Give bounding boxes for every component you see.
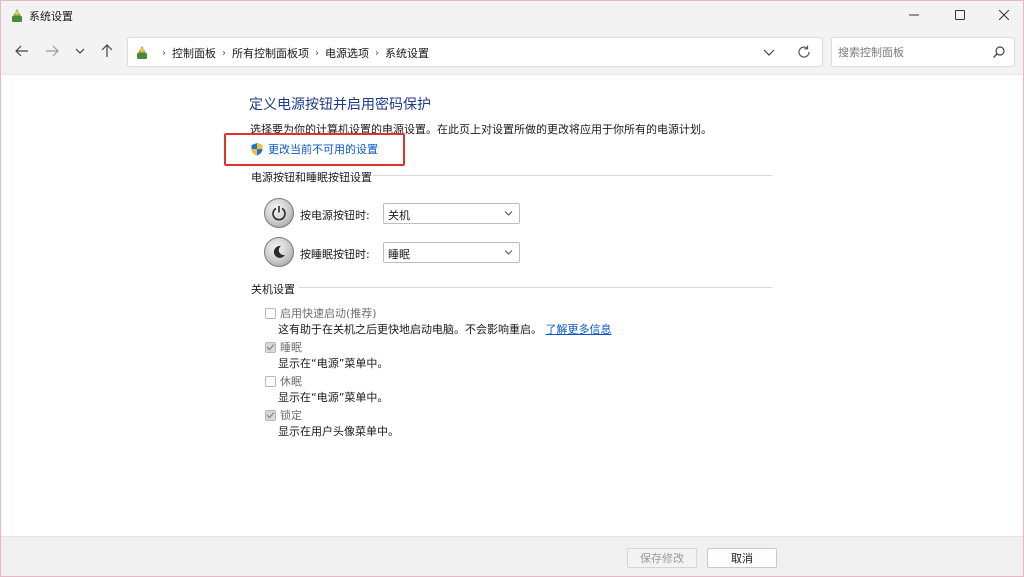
breadcrumb-separator[interactable]: › — [315, 48, 319, 59]
section-divider — [299, 287, 772, 288]
navigation-bar: › 控制面板 › 所有控制面板项 › 电源选项 › 系统设置 — [1, 29, 1023, 75]
window-title: 系统设置 — [29, 10, 73, 23]
up-button[interactable] — [96, 40, 118, 62]
address-bar[interactable]: › 控制面板 › 所有控制面板项 › 电源选项 › 系统设置 — [127, 37, 823, 67]
fast-startup-label: 启用快速启动(推荐) — [280, 307, 377, 320]
footer-bar: 保存修改 取消 — [1, 536, 1023, 576]
breadcrumb-separator: › — [162, 47, 166, 59]
close-icon — [999, 10, 1009, 20]
hibernate-option: 休眠 — [265, 373, 302, 389]
control-panel-icon — [137, 46, 147, 59]
hibernate-option-description: 显示在“电源”菜单中。 — [278, 391, 389, 404]
sleep-option-label: 睡眠 — [280, 341, 302, 354]
breadcrumb-control-panel[interactable]: 控制面板 — [172, 45, 216, 61]
moon-icon — [273, 245, 285, 258]
minimize-icon — [909, 14, 919, 16]
fast-startup-desc-text: 这有助于在关机之后更快地启动电脑。不会影响重启。 — [278, 323, 542, 336]
close-button[interactable] — [981, 1, 1023, 29]
breadcrumb-separator[interactable]: › — [222, 48, 226, 59]
chevron-down-icon — [504, 250, 513, 255]
hibernate-option-label: 休眠 — [280, 375, 302, 388]
power-button-icon — [264, 198, 294, 228]
breadcrumb: › 控制面板 › 所有控制面板项 › 电源选项 › 系统设置 — [156, 45, 429, 61]
breadcrumb-system-settings[interactable]: 系统设置 — [385, 45, 429, 61]
checkmark-icon — [266, 412, 275, 419]
hibernate-checkbox[interactable] — [265, 375, 276, 387]
fast-startup-option: 启用快速启动(推荐) — [265, 305, 377, 321]
recent-locations-button[interactable] — [69, 40, 91, 62]
chevron-down-icon — [504, 211, 513, 216]
sleep-button-select[interactable]: 睡眠 — [383, 242, 520, 263]
change-settings-link-text[interactable]: 更改当前不可用的设置 — [268, 141, 378, 157]
power-button-select[interactable]: 关机 — [383, 203, 520, 224]
arrow-left-icon — [15, 45, 28, 57]
lock-option-label: 锁定 — [280, 409, 302, 422]
learn-more-link[interactable]: 了解更多信息 — [546, 323, 612, 336]
back-button[interactable] — [11, 40, 33, 62]
search-box[interactable] — [831, 37, 1015, 67]
page-title: 定义电源按钮并启用密码保护 — [249, 97, 431, 113]
maximize-icon — [955, 10, 965, 20]
uac-shield-icon — [251, 143, 263, 156]
power-button-label: 按电源按钮时: — [300, 209, 370, 222]
refresh-icon[interactable] — [796, 44, 812, 60]
system-settings-window: 系统设置 › 控制面板 › 所有控制面板项 › 电源选项 › 系统设置 搜索控制… — [0, 0, 1024, 577]
sleep-checkbox[interactable] — [265, 341, 276, 353]
checkmark-icon — [266, 344, 275, 351]
shutdown-section-heading: 关机设置 — [251, 283, 295, 296]
sleep-button-label: 按睡眠按钮时: — [300, 248, 370, 261]
sleep-button-selected-value: 睡眠 — [388, 248, 410, 261]
breadcrumb-separator[interactable]: › — [375, 48, 379, 59]
power-button-selected-value: 关机 — [388, 209, 410, 222]
chevron-down-icon[interactable] — [762, 46, 776, 58]
forward-button[interactable] — [41, 40, 63, 62]
breadcrumb-all-items[interactable]: 所有控制面板项 — [232, 45, 309, 61]
main-content: 定义电源按钮并启用密码保护 选择要为你的计算机设置的电源设置。在此页上对设置所做… — [1, 76, 1023, 536]
sleep-button-icon — [264, 237, 294, 267]
maximize-button[interactable] — [937, 1, 983, 29]
chevron-down-icon — [75, 48, 85, 54]
sleep-option: 睡眠 — [265, 339, 302, 355]
arrow-up-icon — [101, 44, 113, 57]
arrow-right-icon — [46, 45, 59, 57]
fast-startup-description: 这有助于在关机之后更快地启动电脑。不会影响重启。 了解更多信息 — [278, 321, 612, 337]
minimize-button[interactable] — [891, 1, 937, 29]
section-divider — [373, 175, 772, 176]
power-section-heading: 电源按钮和睡眠按钮设置 — [251, 171, 372, 184]
change-unavailable-settings-link[interactable]: 更改当前不可用的设置 — [250, 141, 378, 157]
title-bar: 系统设置 — [1, 1, 1023, 29]
lock-checkbox[interactable] — [265, 409, 276, 421]
search-icon[interactable] — [992, 45, 1006, 59]
cancel-button[interactable]: 取消 — [707, 548, 777, 568]
search-input[interactable] — [838, 44, 984, 60]
fast-startup-checkbox[interactable] — [265, 307, 276, 319]
breadcrumb-power-options[interactable]: 电源选项 — [325, 45, 369, 61]
sleep-option-description: 显示在“电源”菜单中。 — [278, 357, 389, 370]
lock-option: 锁定 — [265, 407, 302, 423]
control-panel-icon — [12, 9, 22, 22]
lock-option-description: 显示在用户头像菜单中。 — [278, 425, 399, 438]
save-changes-button[interactable]: 保存修改 — [627, 548, 697, 568]
power-icon — [272, 206, 286, 221]
